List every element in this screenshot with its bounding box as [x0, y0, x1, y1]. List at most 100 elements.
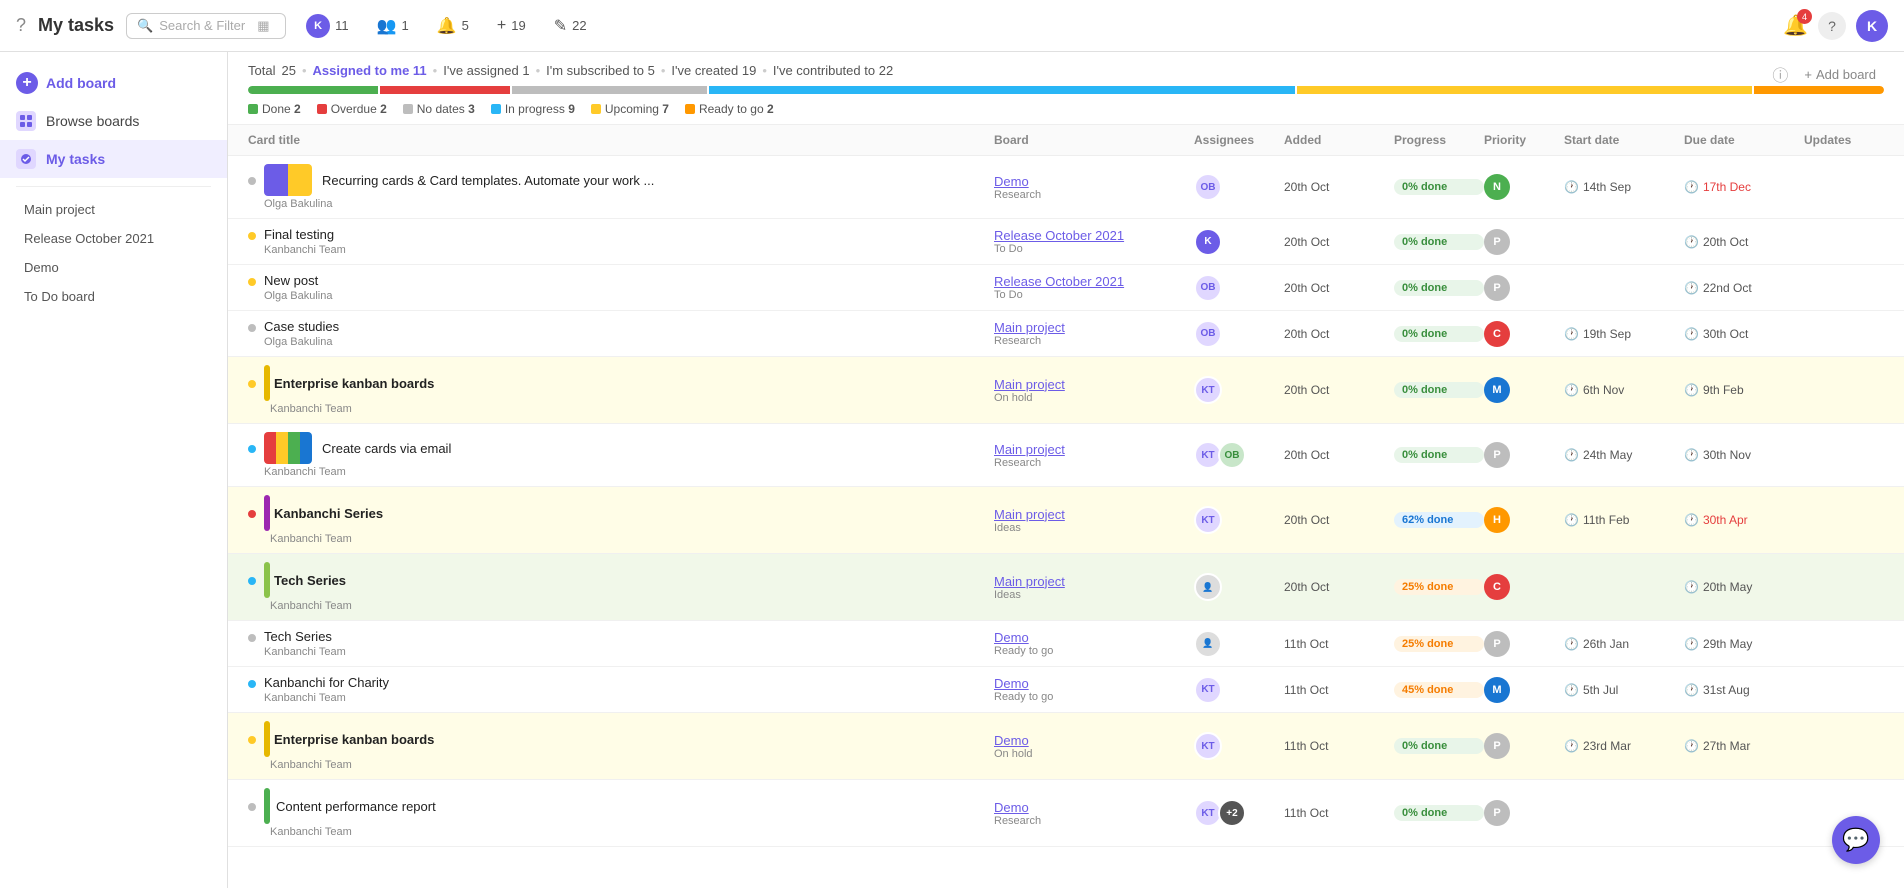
- notification-button[interactable]: 🔔 4: [1783, 13, 1808, 38]
- stats-top-row: Total 25 • Assigned to me 11 • I've assi…: [248, 62, 1884, 86]
- added-date: 20th Oct: [1284, 327, 1394, 341]
- status-dot: [248, 177, 256, 185]
- overdue-dot: [317, 104, 327, 114]
- card-title[interactable]: Enterprise kanban boards: [274, 376, 434, 391]
- inprogress-dot: [491, 104, 501, 114]
- body: + Add board Browse boards My tasks Main …: [0, 52, 1904, 888]
- added-date: 20th Oct: [1284, 235, 1394, 249]
- search-filter-bar[interactable]: 🔍 Search & Filter ▦: [126, 13, 286, 39]
- ive-contributed-link[interactable]: I've contributed to 22: [773, 63, 893, 78]
- people-badge[interactable]: 👥 1: [369, 12, 417, 40]
- board-list: Ideas: [994, 522, 1194, 534]
- due-date: 🕐 30th Oct: [1684, 327, 1804, 341]
- sidebar-project-demo[interactable]: Demo: [0, 253, 227, 282]
- upcoming-dot: [591, 104, 601, 114]
- chat-icon: 💬: [1842, 827, 1869, 853]
- board-name[interactable]: Demo: [994, 800, 1194, 815]
- card-title[interactable]: Content performance report: [276, 799, 436, 814]
- filter-icon[interactable]: ▦: [257, 18, 269, 34]
- priority-badge: M: [1484, 677, 1510, 703]
- card-title[interactable]: Recurring cards & Card templates. Automa…: [322, 173, 654, 188]
- bar-done: [248, 86, 378, 94]
- ive-assigned-link[interactable]: I've assigned 1: [443, 63, 529, 78]
- due-icon: 🕐: [1684, 383, 1699, 397]
- pencil-badge[interactable]: ✎ 22: [546, 12, 595, 40]
- card-title[interactable]: Kanbanchi for Charity: [264, 675, 389, 690]
- assignee-avatar: KT: [1194, 376, 1222, 404]
- card-subtitle: Kanbanchi Team: [270, 533, 352, 545]
- board-name[interactable]: Demo: [994, 733, 1194, 748]
- board-list: Ready to go: [994, 691, 1194, 703]
- start-date: 🕐 26th Jan: [1564, 637, 1684, 651]
- start-date: 🕐 19th Sep: [1564, 327, 1684, 341]
- ive-created-link[interactable]: I've created 19: [671, 63, 756, 78]
- search-placeholder: Search & Filter: [159, 18, 245, 33]
- card-title[interactable]: Kanbanchi Series: [274, 506, 383, 521]
- add-board-button[interactable]: + Add board: [0, 64, 227, 102]
- board-name[interactable]: Demo: [994, 630, 1194, 645]
- add-board-main-button[interactable]: + Add board: [1796, 63, 1884, 86]
- priority-badge: P: [1484, 733, 1510, 759]
- k-badge[interactable]: K 11: [298, 10, 357, 42]
- sidebar-project-release[interactable]: Release October 2021: [0, 224, 227, 253]
- sidebar-project-todo[interactable]: To Do board: [0, 282, 227, 311]
- due-icon: 🕐: [1684, 448, 1699, 462]
- board-name[interactable]: Demo: [994, 174, 1194, 189]
- help-button[interactable]: ?: [1818, 12, 1846, 40]
- board-name[interactable]: Release October 2021: [994, 228, 1194, 243]
- k-avatar: K: [306, 14, 330, 38]
- bar-overdue: [380, 86, 510, 94]
- board-name[interactable]: Release October 2021: [994, 274, 1194, 289]
- sidebar-project-main[interactable]: Main project: [0, 195, 227, 224]
- start-icon: 🕐: [1564, 327, 1579, 341]
- start-date: 🕐 6th Nov: [1564, 383, 1684, 397]
- plus-badge[interactable]: + 19: [489, 13, 534, 39]
- card-title[interactable]: Enterprise kanban boards: [274, 732, 434, 747]
- status-dot: [248, 380, 256, 388]
- card-title[interactable]: Tech Series: [264, 629, 332, 644]
- main-content: Total 25 • Assigned to me 11 • I've assi…: [228, 52, 1904, 888]
- board-name[interactable]: Main project: [994, 320, 1194, 335]
- user-avatar[interactable]: K: [1856, 10, 1888, 42]
- board-name[interactable]: Main project: [994, 442, 1194, 457]
- bell-badge[interactable]: 🔔 5: [429, 12, 477, 40]
- added-date: 20th Oct: [1284, 281, 1394, 295]
- board-name[interactable]: Main project: [994, 574, 1194, 589]
- assigned-to-me-link[interactable]: Assigned to me 11: [313, 63, 427, 78]
- board-name[interactable]: Main project: [994, 507, 1194, 522]
- priority-badge: C: [1484, 321, 1510, 347]
- start-date: 🕐 23rd Mar: [1564, 739, 1684, 753]
- assignee-cell: KT +2: [1194, 799, 1284, 827]
- card-title[interactable]: New post: [264, 273, 318, 288]
- sidebar-item-browse-boards[interactable]: Browse boards: [0, 102, 227, 140]
- help-icon: ?: [16, 15, 26, 36]
- status-dot: [248, 736, 256, 744]
- card-color-bar: [264, 721, 270, 757]
- task-table: Card title Board Assignees Added Progres…: [228, 125, 1904, 888]
- card-title[interactable]: Create cards via email: [322, 441, 451, 456]
- card-title[interactable]: Case studies: [264, 319, 339, 334]
- priority-badge: P: [1484, 229, 1510, 255]
- card-thumbnail: [264, 432, 312, 464]
- card-title[interactable]: Tech Series: [274, 573, 346, 588]
- page-title: My tasks: [38, 15, 114, 36]
- board-cell: Demo Research: [994, 800, 1194, 827]
- plus-icon-add: +: [1804, 67, 1812, 82]
- assignee-avatar: OB: [1194, 173, 1222, 201]
- start-icon: 🕐: [1564, 180, 1579, 194]
- my-tasks-label: My tasks: [46, 151, 105, 167]
- progress-badge: 62% done: [1394, 512, 1484, 528]
- board-name[interactable]: Demo: [994, 676, 1194, 691]
- readytogo-dot: [685, 104, 695, 114]
- assignee-cell: KT: [1194, 376, 1284, 404]
- card-title[interactable]: Final testing: [264, 227, 334, 242]
- card-subtitle: Olga Bakulina: [264, 198, 333, 210]
- sidebar-item-my-tasks[interactable]: My tasks: [0, 140, 227, 178]
- assignee-cell: KT OB: [1194, 441, 1284, 469]
- im-subscribed-link[interactable]: I'm subscribed to 5: [546, 63, 655, 78]
- board-list: Research: [994, 457, 1194, 469]
- chat-button[interactable]: 💬: [1832, 816, 1880, 864]
- board-name[interactable]: Main project: [994, 377, 1194, 392]
- card-subtitle: Kanbanchi Team: [270, 826, 352, 838]
- status-dot: [248, 577, 256, 585]
